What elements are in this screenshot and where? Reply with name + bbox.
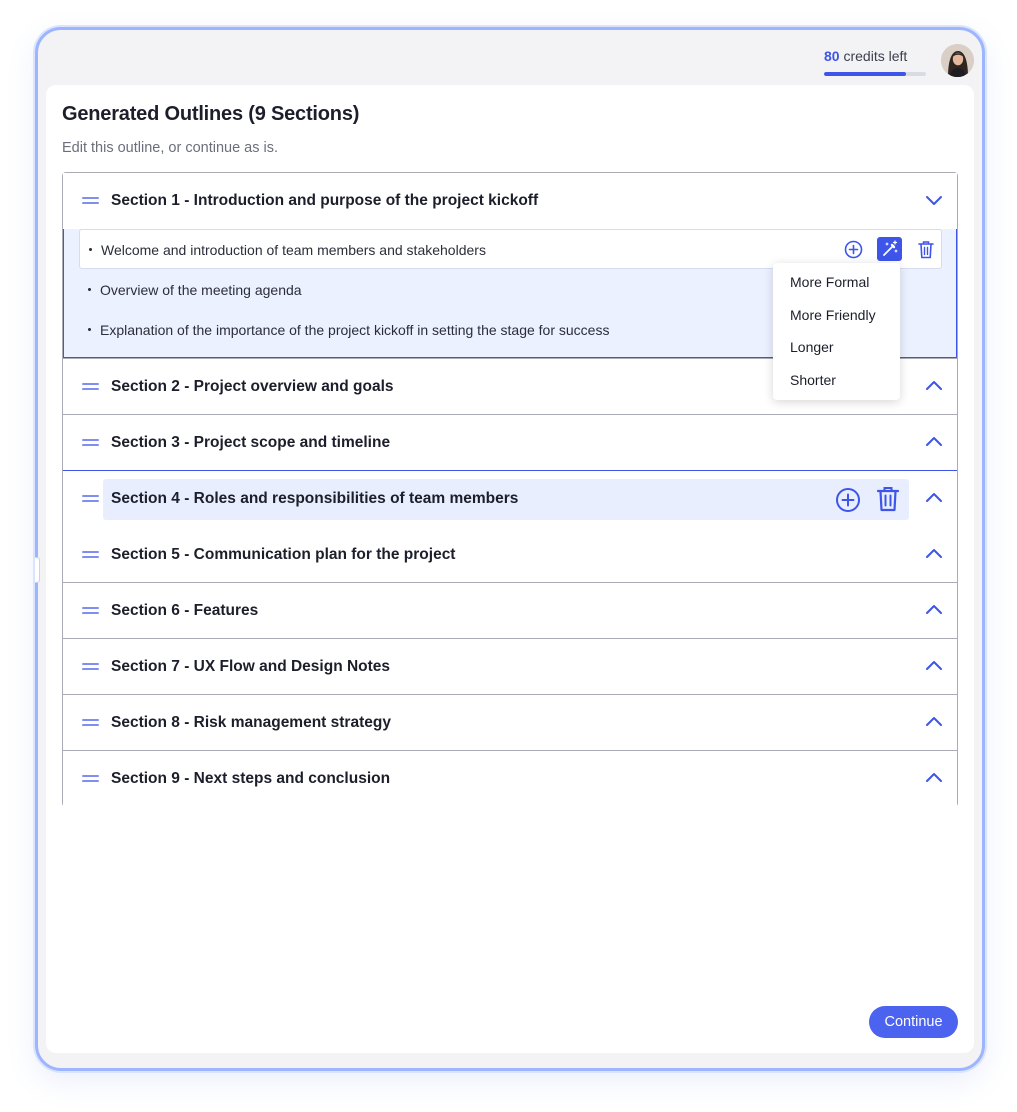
window-edge-handle [35, 557, 40, 583]
chevron-up-icon[interactable] [925, 547, 943, 561]
section-item[interactable]: Section 4 - Roles and responsibilities o… [63, 470, 957, 527]
drag-handle-icon[interactable] [82, 439, 99, 446]
section-title: Section 9 - Next steps and conclusion [111, 770, 391, 787]
drag-handle-icon[interactable] [82, 775, 99, 782]
bullet-dot [88, 328, 91, 331]
credits-progress-fill [824, 72, 906, 76]
menu-item-more-friendly[interactable]: More Friendly [773, 302, 900, 335]
menu-item-shorter[interactable]: Shorter [773, 367, 900, 400]
page-subtitle: Edit this outline, or continue as is. [62, 140, 279, 156]
section-header[interactable]: Section 4 - Roles and responsibilities o… [63, 471, 957, 527]
drag-handle-icon[interactable] [82, 607, 99, 614]
trash-icon[interactable] [877, 486, 899, 512]
section-title: Section 1 - Introduction and purpose of … [111, 192, 539, 209]
section-header[interactable]: Section 1 - Introduction and purpose of … [63, 173, 957, 229]
section-title: Section 5 - Communication plan for the p… [111, 546, 456, 563]
add-circle-icon[interactable] [835, 487, 861, 513]
section-header[interactable]: Section 8 - Risk management strategy [63, 695, 957, 751]
avatar[interactable] [941, 44, 974, 77]
bullet-dot [89, 248, 92, 251]
section-header[interactable]: Section 7 - UX Flow and Design Notes [63, 639, 957, 695]
trash-icon[interactable] [918, 240, 934, 259]
credits-label: credits left [839, 48, 908, 64]
drag-handle-icon[interactable] [82, 551, 99, 558]
section-item[interactable]: Section 3 - Project scope and timeline [63, 414, 957, 471]
drag-handle-icon[interactable] [82, 719, 99, 726]
page-title: Generated Outlines (9 Sections) [62, 103, 360, 125]
section-item[interactable]: Section 9 - Next steps and conclusion [63, 750, 957, 807]
bullet-text[interactable]: Overview of the meeting agenda [100, 282, 302, 298]
section-title[interactable]: Section 4 - Roles and responsibilities o… [111, 490, 518, 508]
credits-progress-bar [824, 72, 926, 76]
chevron-up-icon[interactable] [925, 603, 943, 617]
rewrite-menu: More Formal More Friendly Longer Shorter [773, 263, 900, 400]
section-item[interactable]: Section 5 - Communication plan for the p… [63, 526, 957, 583]
section-title: Section 7 - UX Flow and Design Notes [111, 658, 391, 675]
menu-item-more-formal[interactable]: More Formal [773, 269, 900, 302]
drag-handle-icon[interactable] [82, 663, 99, 670]
section-title: Section 6 - Features [111, 602, 259, 619]
bullet-text[interactable]: Explanation of the importance of the pro… [100, 322, 609, 338]
credits-count: 80 [824, 48, 840, 64]
section-item[interactable]: Section 8 - Risk management strategy [63, 694, 957, 751]
avatar-image [941, 44, 974, 77]
section-title: Section 8 - Risk management strategy [111, 714, 391, 731]
drag-handle-icon[interactable] [82, 197, 99, 204]
chevron-up-icon[interactable] [925, 715, 943, 729]
section-header[interactable]: Section 9 - Next steps and conclusion [63, 751, 957, 807]
continue-button[interactable]: Continue [869, 1006, 958, 1038]
section-header[interactable]: Section 5 - Communication plan for the p… [63, 527, 957, 583]
magic-wand-icon [883, 240, 898, 256]
chevron-up-icon[interactable] [925, 491, 943, 505]
bullet-dot [88, 288, 91, 291]
rewrite-button[interactable] [877, 237, 902, 261]
section-title: Section 2 - Project overview and goals [111, 378, 394, 395]
section-header[interactable]: Section 6 - Features [63, 583, 957, 639]
drag-handle-icon[interactable] [82, 495, 99, 502]
credits-indicator: 80 credits left [824, 48, 907, 64]
bullet-text[interactable]: Welcome and introduction of team members… [101, 242, 486, 258]
chevron-up-icon[interactable] [925, 659, 943, 673]
section-item[interactable]: Section 6 - Features [63, 582, 957, 639]
drag-handle-icon[interactable] [82, 383, 99, 390]
section-header[interactable]: Section 3 - Project scope and timeline [63, 415, 957, 471]
section-item[interactable]: Section 7 - UX Flow and Design Notes [63, 638, 957, 695]
chevron-up-icon[interactable] [925, 771, 943, 785]
section-title: Section 3 - Project scope and timeline [111, 434, 391, 451]
menu-item-longer[interactable]: Longer [773, 334, 900, 367]
add-circle-icon[interactable] [844, 240, 863, 259]
chevron-up-icon[interactable] [925, 435, 943, 449]
chevron-up-icon[interactable] [925, 379, 943, 393]
chevron-down-icon[interactable] [925, 193, 943, 207]
